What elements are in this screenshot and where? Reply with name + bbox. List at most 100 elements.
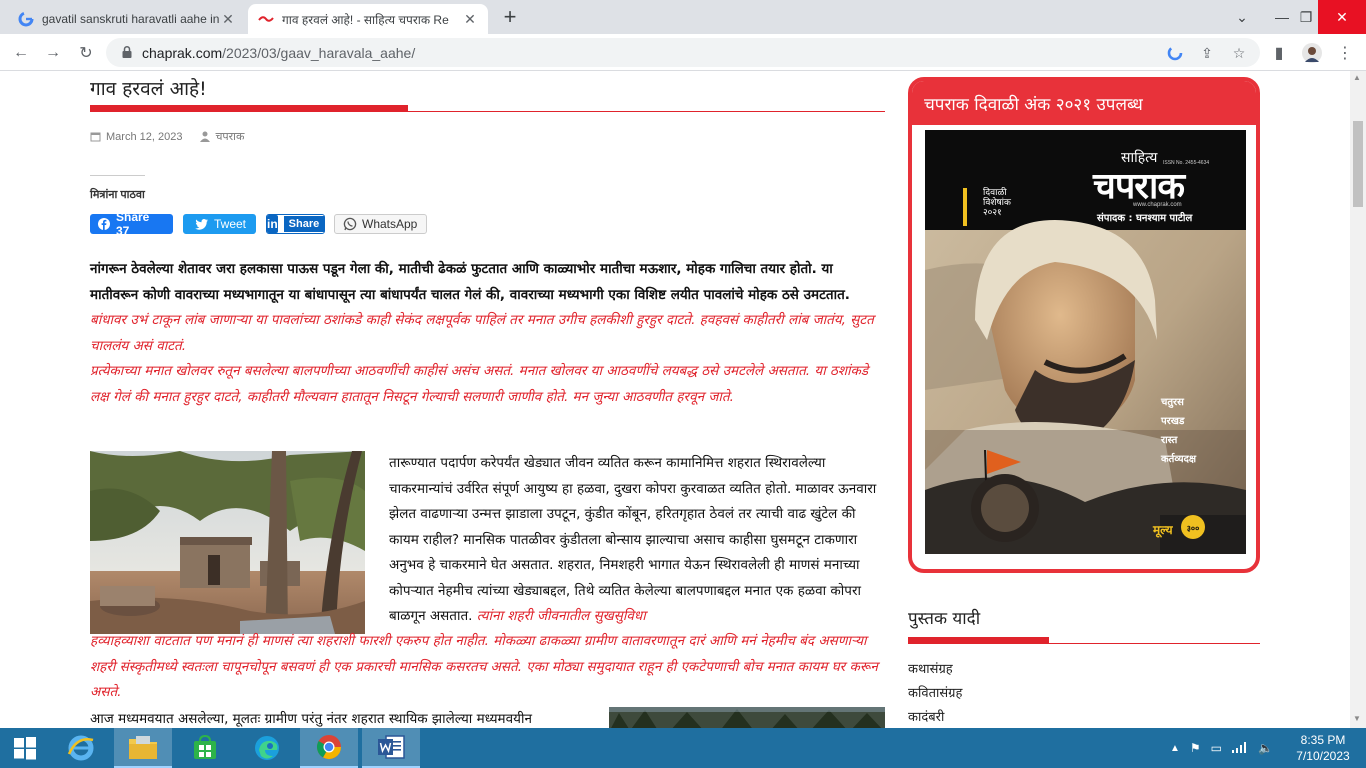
title-divider <box>90 111 885 112</box>
url-text: chaprak.com/2023/03/gaav_haravala_aahe/ <box>142 45 415 61</box>
cover-badge-line2: विशेषांक <box>983 198 1011 208</box>
internet-explorer-icon[interactable] <box>52 728 110 768</box>
file-explorer-icon[interactable] <box>114 728 172 768</box>
book-list-heading: पुस्तक यादी <box>908 609 981 629</box>
share-icon[interactable]: ⇪ <box>1198 44 1216 62</box>
battery-icon[interactable]: ▭ <box>1211 741 1222 755</box>
clock-time: 8:35 PM <box>1300 733 1346 747</box>
web-page: गाव हरवलं आहे! March 12, 2023 चपराक मित्… <box>0 71 1350 728</box>
tab-search-icon[interactable]: ⌄ <box>1222 0 1262 34</box>
highlight-text: त्यांना शहरी जीवनातील सुखसुविधा <box>476 608 646 624</box>
twitter-share-button[interactable]: Tweet <box>183 214 256 234</box>
edge-icon[interactable] <box>238 728 296 768</box>
menu-icon[interactable]: ⋮ <box>1332 40 1358 66</box>
lock-icon[interactable] <box>120 45 134 59</box>
page-scrollbar[interactable]: ▲ ▼ <box>1350 71 1366 728</box>
scrollbar-thumb[interactable] <box>1353 121 1363 207</box>
book-list-item[interactable]: कादंबरी <box>908 707 962 728</box>
facebook-icon <box>98 218 110 230</box>
close-tab-icon[interactable]: ✕ <box>220 11 236 28</box>
cover-qualities: चतुरस परखड रास्त कर्तव्यदक्ष <box>1161 393 1196 469</box>
reload-button[interactable]: ↻ <box>73 40 99 66</box>
cover-badge-text: दिवाळी विशेषांक २०२१ <box>983 188 1011 218</box>
diwali-issue-promo: चपराक दिवाळी अंक २०२१ उपलब्ध साहित्य ISS… <box>908 77 1260 573</box>
linkedin-icon: in <box>267 215 278 233</box>
article-paragraph-2: प्रत्येकाच्या मनात खोलवर रुतून बसलेल्या … <box>90 363 869 405</box>
cover-price-label: मूल्य <box>1153 523 1173 537</box>
network-signal-icon[interactable] <box>1232 741 1248 756</box>
user-icon <box>200 131 211 142</box>
word-icon[interactable] <box>362 728 420 768</box>
promo-heading: चपराक दिवाळी अंक २०२१ उपलब्ध <box>912 81 1256 125</box>
whatsapp-share-button[interactable]: WhatsApp <box>334 214 427 234</box>
side-panel-icon[interactable]: ▮ <box>1266 40 1292 66</box>
cover-badge-line1: दिवाळी <box>983 188 1007 198</box>
cover-quality-4: कर्तव्यदक्ष <box>1161 454 1197 465</box>
store-icon[interactable] <box>176 728 234 768</box>
clock-date: 7/10/2023 <box>1296 749 1350 763</box>
facebook-share-label: Share 37 <box>116 210 150 238</box>
article-paragraph-3-continued: हव्याहव्याशा वाटतात पण मनानं ही माणसं त्… <box>90 633 878 700</box>
windows-logo-icon <box>14 737 36 760</box>
profile-avatar[interactable] <box>1299 40 1325 66</box>
facebook-share-button[interactable]: Share 37 <box>90 210 173 238</box>
share-divider <box>90 175 145 176</box>
google-lens-icon[interactable] <box>1166 44 1184 62</box>
book-list-divider <box>908 643 1260 644</box>
book-list-item[interactable]: कथासंग्रह <box>908 659 962 683</box>
book-list: कथासंग्रह कवितासंग्रह कादंबरी <box>908 659 962 728</box>
post-author[interactable]: चपराक <box>215 129 244 144</box>
tab-chaprak[interactable]: गाव हरवलं आहे! - साहित्य चपराक Re ✕ <box>248 4 488 34</box>
volume-icon[interactable]: 🔈 <box>1258 741 1273 755</box>
paragraph-text: तारूण्यात पदार्पण करेपर्यंत खेड्यात जीवन… <box>389 455 877 624</box>
twitter-bird-icon <box>195 218 208 230</box>
lead-text: नांगरून ठेवलेल्या शेतावर जरा हलकासा पाऊस… <box>90 261 850 303</box>
book-list-item[interactable]: कवितासंग्रह <box>908 683 962 707</box>
chaprak-favicon-icon <box>258 11 274 27</box>
twitter-share-label: Tweet <box>214 217 247 231</box>
cover-badge <box>963 188 967 226</box>
scroll-up-arrow-icon[interactable]: ▲ <box>1353 73 1361 82</box>
url-host: chaprak.com <box>142 45 223 61</box>
back-button[interactable]: ← <box>8 40 34 66</box>
close-tab-icon[interactable]: ✕ <box>462 11 478 28</box>
cover-site: www.chaprak.com <box>1133 202 1182 208</box>
highlight-text: बांधावर उभं टाकून लांब जाणाऱ्या या पावला… <box>90 312 874 354</box>
new-tab-button[interactable]: + <box>498 6 522 30</box>
tab-google-search[interactable]: gavatil sanskruti haravatli aahe in ✕ <box>8 4 246 34</box>
post-date[interactable]: March 12, 2023 <box>106 131 182 143</box>
taskbar-clock[interactable]: 8:35 PM 7/10/2023 <box>1290 732 1356 764</box>
close-window-button[interactable]: ✕ <box>1318 0 1366 34</box>
show-hidden-icons-icon[interactable]: ▲ <box>1170 743 1180 754</box>
windows-taskbar: ▲ ⚑ ▭ 🔈 8:35 PM 7/10/2023 <box>0 728 1366 768</box>
post-meta: March 12, 2023 चपराक <box>90 129 244 144</box>
linkedin-share-button[interactable]: in Share <box>266 214 325 234</box>
bookmark-star-icon[interactable]: ☆ <box>1230 44 1248 62</box>
start-button[interactable] <box>0 728 50 768</box>
village-house-image <box>90 451 365 634</box>
forward-button[interactable]: → <box>40 40 66 66</box>
cover-quality-2: परखड <box>1161 416 1185 427</box>
chrome-icon[interactable] <box>300 728 358 768</box>
linkedin-share-label: Share <box>283 216 325 232</box>
whatsapp-share-label: WhatsApp <box>362 217 418 231</box>
url-path: /2023/03/gaav_haravala_aahe/ <box>222 45 416 61</box>
system-tray: ▲ ⚑ ▭ 🔈 <box>1170 728 1273 768</box>
article-paragraph-1: नांगरून ठेवलेल्या शेतावर जरा हलकासा पाऊस… <box>90 257 885 359</box>
google-icon <box>18 11 34 27</box>
cover-badge-line3: २०२१ <box>983 208 1002 218</box>
scroll-down-arrow-icon[interactable]: ▼ <box>1353 714 1361 723</box>
browser-toolbar: ← → ↻ chaprak.com/2023/03/gaav_haravala_… <box>0 34 1366 71</box>
action-center-icon[interactable]: ⚑ <box>1190 741 1201 755</box>
cover-price: ३०० <box>1186 524 1200 533</box>
share-heading: मित्रांना पाठवा <box>90 189 145 201</box>
calendar-icon <box>90 131 101 142</box>
tab-title: गाव हरवलं आहे! - साहित्य चपराक Re <box>282 12 449 27</box>
cover-quality-1: चतुरस <box>1161 397 1184 408</box>
whatsapp-icon <box>343 217 357 231</box>
article-paragraph-4: आज मध्यमवयात असलेल्या, मूलतः ग्रामीण परं… <box>90 711 532 727</box>
article-paragraph-3: तारूण्यात पदार्पण करेपर्यंत खेड्यात जीवन… <box>389 451 887 630</box>
tab-title: gavatil sanskruti haravatli aahe in <box>42 12 220 26</box>
address-bar[interactable]: chaprak.com/2023/03/gaav_haravala_aahe/ … <box>106 38 1260 67</box>
magazine-cover-image[interactable]: साहित्य ISSN No. 2455-4634 चपराक www.cha… <box>925 130 1246 554</box>
